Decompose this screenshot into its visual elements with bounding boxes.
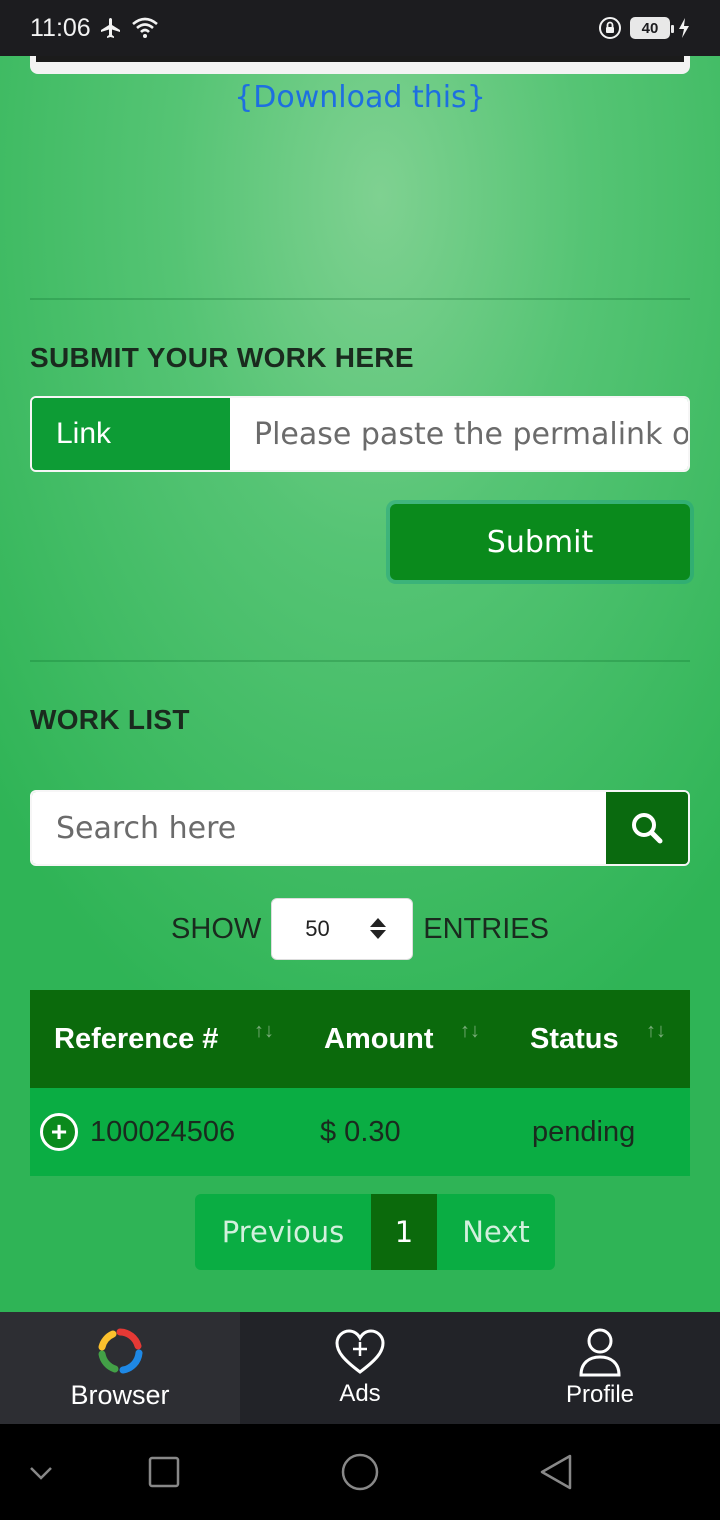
nav-label-browser: Browser xyxy=(70,1379,170,1410)
reference-value: 100024506 xyxy=(90,1115,236,1148)
permalink-input[interactable] xyxy=(230,398,688,470)
cell-status: pending xyxy=(506,1116,690,1149)
nav-item-browser[interactable]: Browser xyxy=(0,1312,240,1424)
show-label: SHOW xyxy=(171,912,262,945)
search-group xyxy=(30,790,690,866)
status-right: 40 xyxy=(598,16,690,40)
airplane-icon xyxy=(100,18,120,38)
work-list-title: WORK LIST xyxy=(30,704,190,735)
amount-value: $ 0.30 xyxy=(320,1115,401,1148)
column-reference-label: Reference # xyxy=(54,1022,219,1055)
cell-reference: + 100024506 xyxy=(30,1113,300,1151)
link-input-group: Link xyxy=(30,396,690,472)
submit-section-title: SUBMIT YOUR WORK HERE xyxy=(30,342,414,373)
column-status[interactable]: Status ↑↓ xyxy=(506,990,690,1088)
home-circle-icon[interactable] xyxy=(340,1452,380,1492)
column-amount[interactable]: Amount ↑↓ xyxy=(300,990,506,1088)
chevron-down-icon[interactable] xyxy=(28,1452,54,1492)
nav-item-ads[interactable]: Ads xyxy=(240,1312,480,1424)
status-bar: 11:06 40 xyxy=(0,0,720,56)
next-button[interactable]: Next xyxy=(437,1194,555,1270)
image-frame xyxy=(30,56,690,74)
table-row[interactable]: + 100024506 $ 0.30 pending xyxy=(30,1088,690,1176)
nav-label-ads: Ads xyxy=(339,1380,381,1407)
wifi-icon xyxy=(131,17,158,38)
status-value: pending xyxy=(532,1115,636,1148)
back-triangle-icon[interactable] xyxy=(538,1452,574,1492)
entries-label: ENTRIES xyxy=(423,912,549,945)
nav-label-profile: Profile xyxy=(565,1381,635,1408)
bottom-nav: Browser Ads Profile xyxy=(0,1312,720,1424)
status-left: 11:06 xyxy=(30,14,159,43)
work-table: Reference # ↑↓ Amount ↑↓ Status ↑↓ + 100… xyxy=(30,990,690,1176)
sort-icon: ↑↓ xyxy=(460,1020,480,1042)
battery-icon: 40 xyxy=(630,17,674,39)
cell-amount: $ 0.30 xyxy=(300,1116,506,1149)
expand-plus-icon[interactable]: + xyxy=(40,1113,78,1151)
divider xyxy=(30,298,690,300)
status-time: 11:06 xyxy=(30,13,91,42)
nav-item-profile[interactable]: Profile xyxy=(480,1312,720,1424)
system-nav-bar xyxy=(0,1424,720,1520)
sort-icon: ↑↓ xyxy=(254,1020,274,1042)
search-icon xyxy=(632,813,663,844)
column-status-label: Status xyxy=(530,1022,619,1055)
rotation-lock-icon xyxy=(599,17,621,39)
show-entries-row: SHOW 50 ENTRIES xyxy=(0,898,720,960)
entries-select[interactable]: 50 xyxy=(271,898,414,960)
search-button[interactable] xyxy=(606,792,688,864)
charging-icon xyxy=(679,18,689,38)
download-link[interactable]: {Download this} xyxy=(0,80,720,115)
pagination: Previous 1 Next xyxy=(195,1194,555,1270)
recents-square-icon[interactable] xyxy=(148,1452,180,1492)
submit-button[interactable]: Submit xyxy=(390,504,690,580)
column-reference[interactable]: Reference # ↑↓ xyxy=(30,990,300,1088)
table-header: Reference # ↑↓ Amount ↑↓ Status ↑↓ xyxy=(30,990,690,1088)
browser-icon xyxy=(98,1328,143,1373)
previous-button[interactable]: Previous xyxy=(195,1194,371,1270)
entries-value: 50 xyxy=(305,916,330,941)
main-content[interactable]: {Download this} SUBMIT YOUR WORK HERE Li… xyxy=(0,56,720,1312)
link-label: Link xyxy=(32,398,230,470)
divider xyxy=(30,660,690,662)
column-amount-label: Amount xyxy=(324,1022,434,1055)
search-input[interactable] xyxy=(32,792,606,864)
heart-plus-icon xyxy=(335,1329,385,1374)
sort-icon: ↑↓ xyxy=(646,1020,666,1042)
stepper-icon xyxy=(370,918,387,939)
page-1-button[interactable]: 1 xyxy=(371,1194,437,1270)
user-icon xyxy=(579,1328,621,1377)
